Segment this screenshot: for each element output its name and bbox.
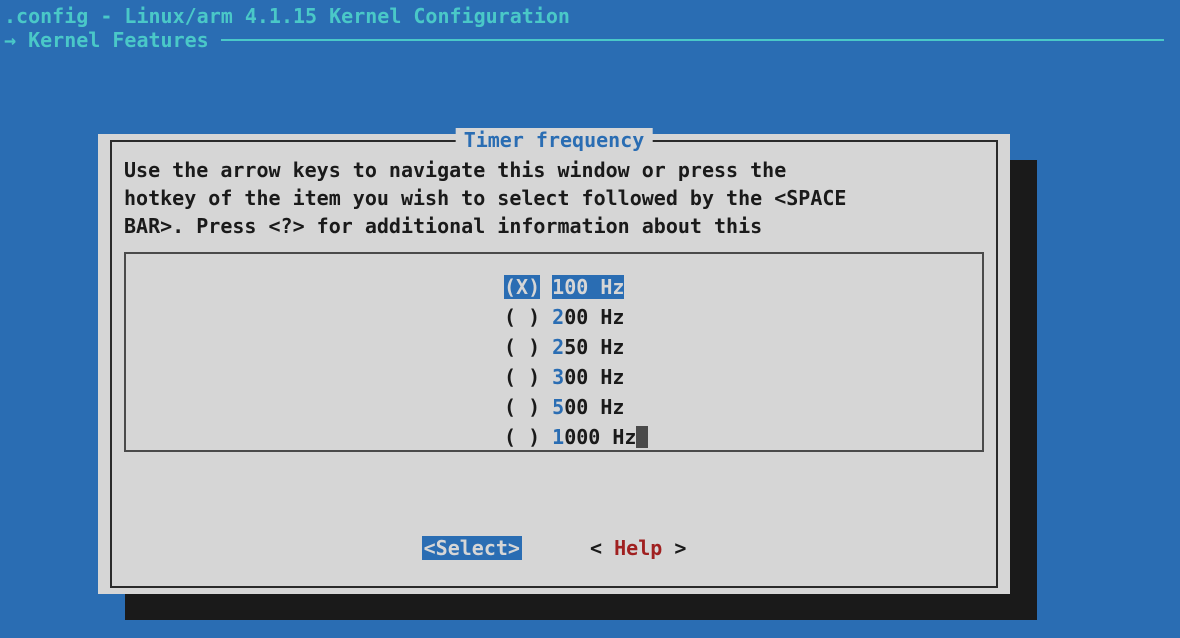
button-row: <Select> < Help > — [112, 536, 996, 560]
option-4[interactable]: ( ) 500 Hz — [504, 392, 648, 422]
option-label: 50 Hz — [564, 335, 624, 359]
radio-marker: (X) — [504, 275, 540, 299]
config-title: .config - Linux/arm 4.1.15 Kernel Config… — [0, 0, 1180, 28]
option-hotkey: 1 — [552, 425, 564, 449]
radio-marker: ( ) — [504, 335, 540, 359]
option-label: 00 Hz — [564, 395, 624, 419]
option-hotkey: 3 — [552, 365, 564, 389]
option-label: 00 Hz — [564, 305, 624, 329]
breadcrumb-label: Kernel Features — [28, 28, 209, 52]
option-0[interactable]: (X) 100 Hz — [504, 272, 648, 302]
option-2[interactable]: ( ) 250 Hz — [504, 332, 648, 362]
option-hotkey: 5 — [552, 395, 564, 419]
cursor-icon — [636, 426, 648, 448]
radio-marker: ( ) — [504, 425, 540, 449]
radio-marker: ( ) — [504, 305, 540, 329]
option-label: 000 Hz — [564, 425, 636, 449]
radio-marker: ( ) — [504, 395, 540, 419]
option-label: 00 Hz — [564, 275, 624, 299]
radio-marker: ( ) — [504, 365, 540, 389]
dialog-instructions: Use the arrow keys to navigate this wind… — [124, 156, 984, 240]
option-3[interactable]: ( ) 300 Hz — [504, 362, 648, 392]
divider — [221, 39, 1164, 41]
help-button[interactable]: < Help > — [590, 536, 686, 560]
option-label: 00 Hz — [564, 365, 624, 389]
dialog-border: Timer frequency Use the arrow keys to na… — [110, 140, 998, 588]
options-box: (X) 100 Hz( ) 200 Hz( ) 250 Hz( ) 300 Hz… — [124, 252, 984, 452]
option-hotkey: 2 — [552, 305, 564, 329]
breadcrumb: → Kernel Features — [0, 28, 1180, 52]
arrow-icon: → — [4, 28, 28, 52]
dialog-box: Timer frequency Use the arrow keys to na… — [98, 134, 1010, 594]
option-hotkey: 2 — [552, 335, 564, 359]
option-hotkey: 1 — [552, 275, 564, 299]
select-button[interactable]: <Select> — [422, 536, 522, 560]
dialog-title: Timer frequency — [456, 128, 653, 152]
options-list: (X) 100 Hz( ) 200 Hz( ) 250 Hz( ) 300 Hz… — [504, 272, 648, 452]
option-5[interactable]: ( ) 1000 Hz — [504, 422, 648, 452]
option-1[interactable]: ( ) 200 Hz — [504, 302, 648, 332]
